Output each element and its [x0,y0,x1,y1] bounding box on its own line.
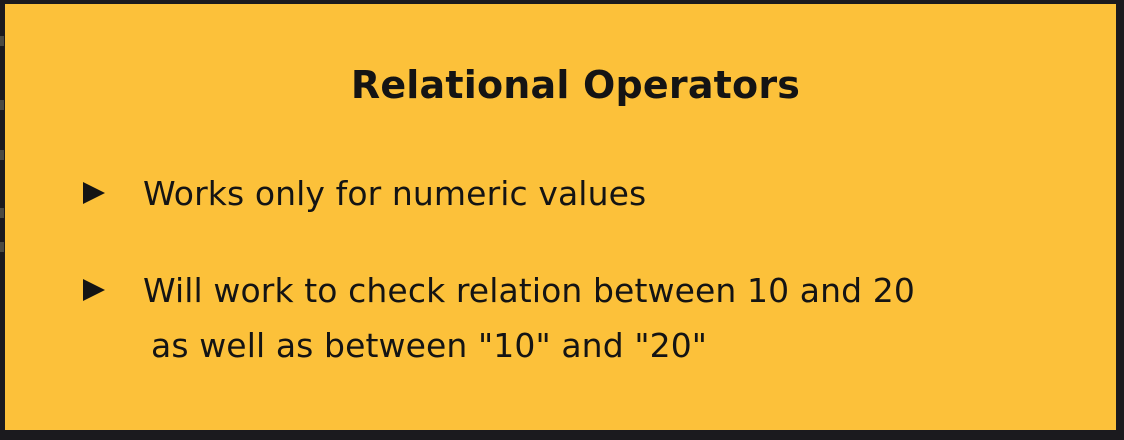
editor-edge-mark [0,208,4,218]
triangle-right-icon [83,279,105,301]
editor-edge-mark [0,150,4,160]
bullet-text: Works only for numeric values [143,174,647,213]
presentation-slide: Relational Operators Works only for nume… [5,4,1116,430]
bullet-text: Will work to check relation between 10 a… [143,271,915,310]
triangle-right-icon [83,182,105,204]
editor-edge-mark [0,100,4,110]
editor-edge-mark [0,242,4,252]
editor-edge-mark [0,36,4,46]
bullet-text-continuation: as well as between "10" and "20" [151,326,708,365]
video-frame: Relational Operators Works only for nume… [0,0,1124,440]
slide-title: Relational Operators [350,63,801,107]
